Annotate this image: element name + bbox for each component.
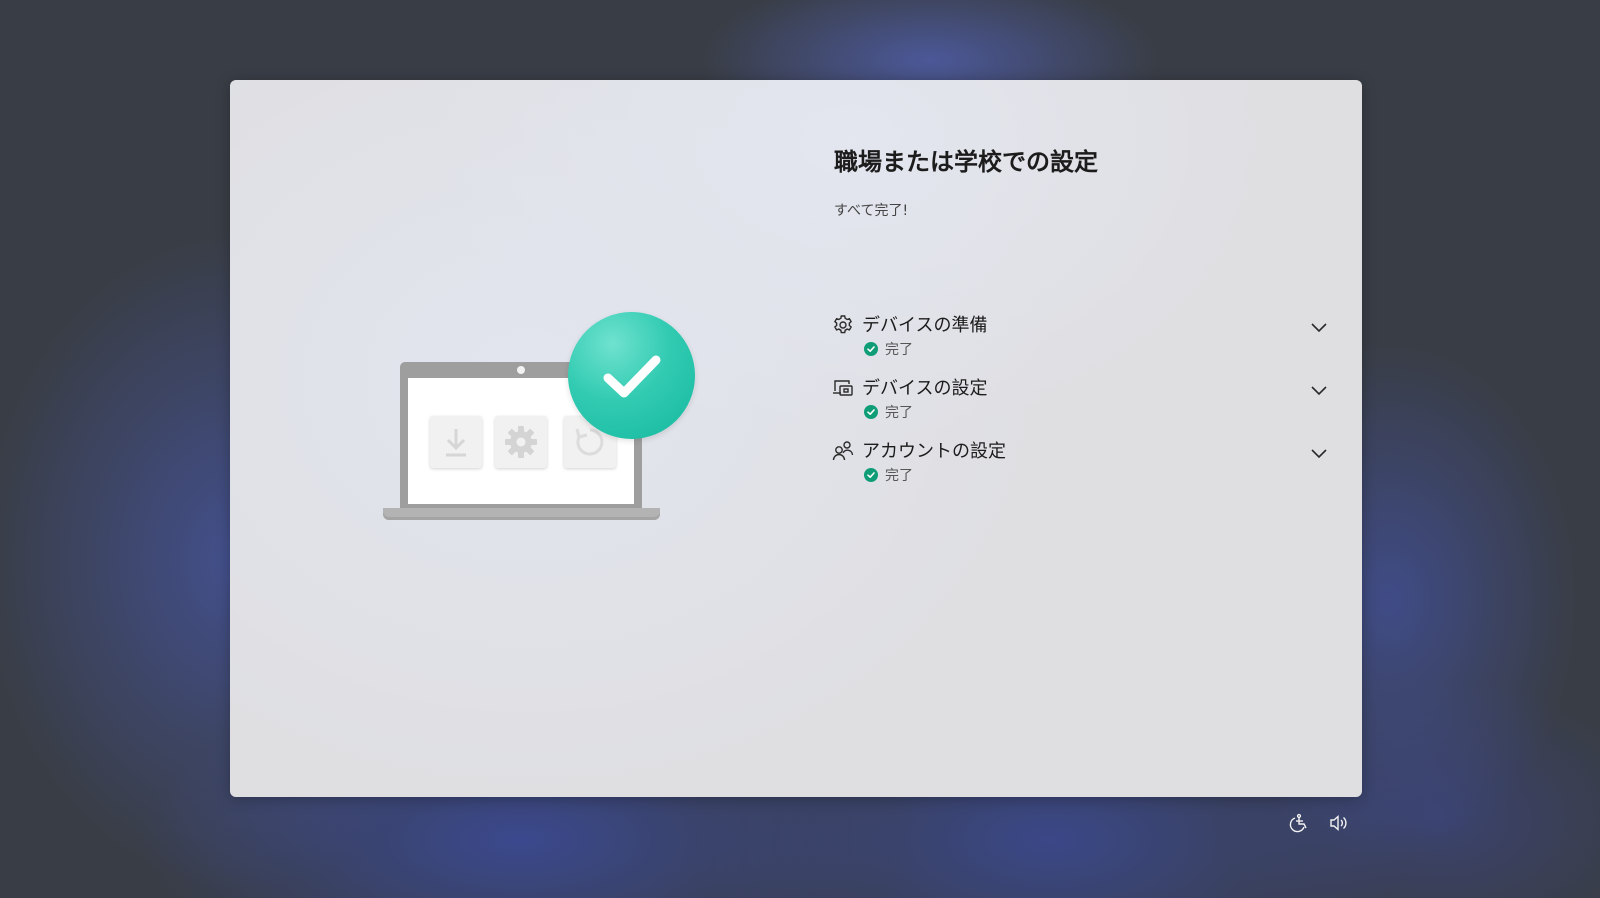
step-status: 完了	[864, 339, 913, 359]
chevron-down-icon[interactable]	[1306, 440, 1332, 466]
volume-icon[interactable]	[1326, 810, 1352, 836]
laptop-base	[383, 508, 660, 520]
success-check-icon	[864, 405, 878, 419]
completion-illustration	[383, 312, 695, 522]
chevron-down-icon[interactable]	[1306, 314, 1332, 340]
system-controls	[1286, 810, 1352, 836]
people-icon	[832, 440, 854, 462]
success-check-icon	[864, 468, 878, 482]
device-setup-icon	[832, 377, 854, 399]
page-subtitle: すべて完了!	[834, 203, 909, 219]
step-device-preparation[interactable]: デバイスの準備 完了	[832, 311, 1332, 374]
chevron-down-icon[interactable]	[1306, 377, 1332, 403]
step-title: アカウントの設定	[862, 441, 1006, 462]
step-title: デバイスの設定	[862, 378, 988, 399]
gear-icon	[495, 416, 547, 468]
gear-icon	[832, 314, 854, 336]
step-title: デバイスの準備	[862, 315, 988, 336]
page-title: 職場または学校での設定	[834, 148, 1098, 176]
laptop-camera	[517, 366, 525, 374]
step-status: 完了	[864, 465, 913, 485]
status-text: 完了	[885, 405, 913, 421]
step-device-setup[interactable]: デバイスの設定 完了	[832, 374, 1332, 437]
step-account-setup[interactable]: アカウントの設定 完了	[832, 437, 1332, 500]
accessibility-icon[interactable]	[1286, 810, 1312, 836]
step-status: 完了	[864, 402, 913, 422]
setup-steps-list: デバイスの準備 完了 デバイスの設定 完了 アカウントの設定 完了	[832, 311, 1332, 500]
oobe-setup-window: 職場または学校での設定 すべて完了! デバイスの準備 完了 デバイスの設定 完了…	[230, 80, 1362, 797]
status-text: 完了	[885, 468, 913, 484]
status-text: 完了	[885, 342, 913, 358]
checkmark-icon	[568, 312, 695, 439]
download-icon	[430, 416, 482, 468]
success-check-icon	[864, 342, 878, 356]
